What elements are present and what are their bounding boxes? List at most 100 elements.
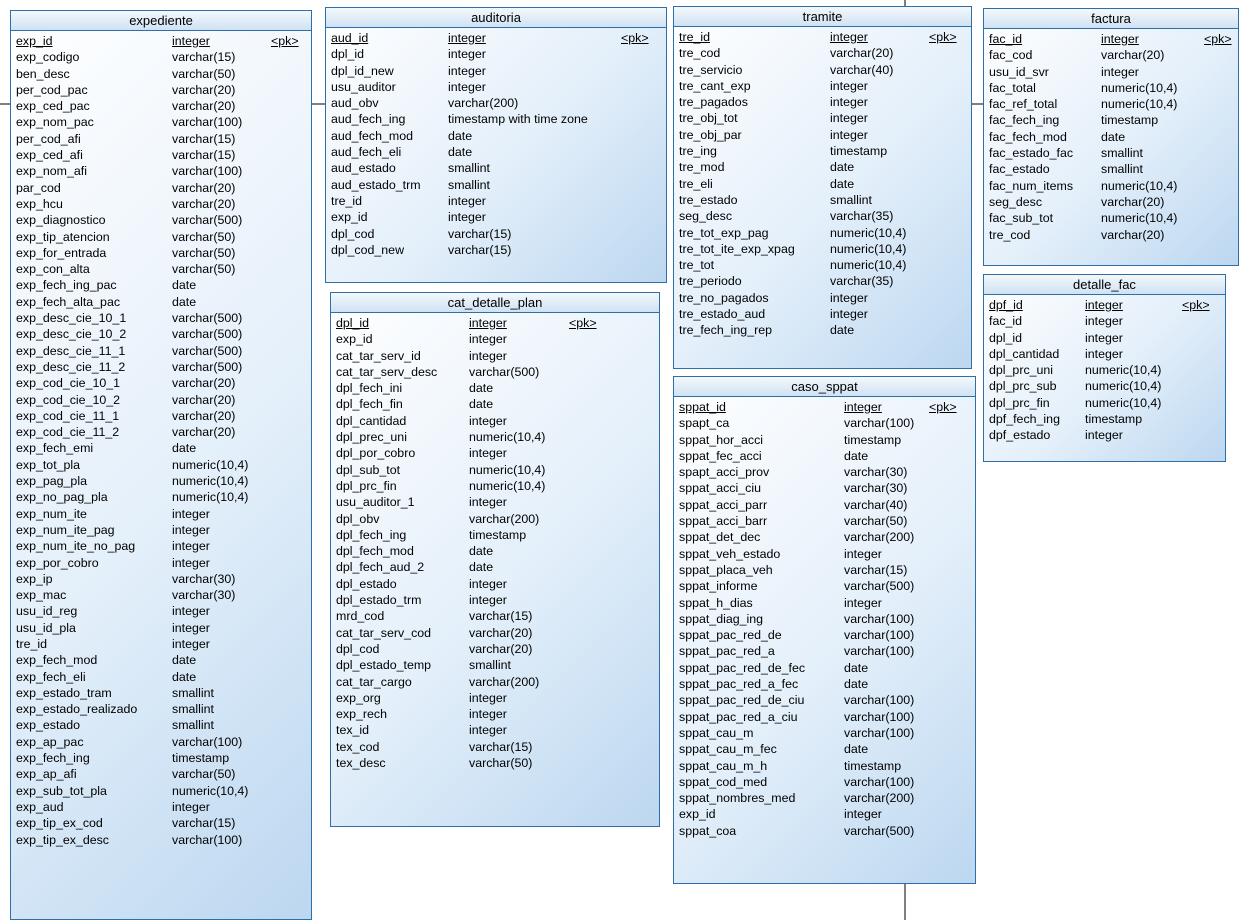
column-list: exp_id integer <pk> exp_codigo varchar(15) be…	[11, 31, 311, 848]
column-type: varchar(100)	[172, 734, 243, 749]
column-row: tre_obj_par integer	[674, 127, 971, 143]
column-name: dpl_id	[331, 47, 365, 62]
column-name: cat_tar_cargo	[336, 674, 412, 689]
column-type: varchar(30)	[172, 588, 236, 603]
column-name: tre_estado_aud	[679, 307, 766, 322]
column-type: timestamp with time zone	[448, 112, 588, 127]
column-name: tre_obj_tot	[679, 111, 738, 126]
column-row: sppat_pac_red_de varchar(100)	[674, 627, 975, 643]
column-name: exp_id	[679, 807, 716, 822]
column-row: fac_estado_fac smallint	[984, 145, 1238, 161]
table-factura[interactable]: factura fac_id integer <pk> fac_cod varchar(2…	[983, 8, 1239, 266]
column-type: varchar(15)	[844, 562, 908, 577]
column-type: integer	[830, 290, 868, 305]
column-row: exp_id integer	[326, 209, 666, 225]
column-row: fac_cod varchar(20)	[984, 47, 1238, 63]
table-expediente[interactable]: expediente exp_id integer <pk> exp_codigo var…	[10, 10, 312, 920]
column-row: tex_desc varchar(50)	[331, 755, 659, 771]
column-name: dpl_estado_temp	[336, 658, 432, 673]
column-row: sppat_hor_acci timestamp	[674, 432, 975, 448]
column-name: cat_tar_serv_cod	[336, 625, 432, 640]
column-name: sppat_acci_parr	[679, 497, 768, 512]
column-row: sppat_pac_red_a_ciu varchar(100)	[674, 709, 975, 725]
column-type: integer	[469, 446, 507, 461]
column-name: exp_aud	[16, 799, 64, 814]
column-row: exp_pag_pla numeric(10,4)	[11, 473, 311, 489]
column-name: sppat_diag_ing	[679, 611, 764, 626]
column-row: dpl_cod_new varchar(15)	[326, 242, 666, 258]
column-type: smallint	[830, 192, 872, 207]
column-name: exp_fech_alta_pac	[16, 294, 121, 309]
column-row: sppat_acci_barr varchar(50)	[674, 513, 975, 529]
table-cat-detalle-plan[interactable]: cat_detalle_plan dpl_id integer <pk> exp_id i…	[330, 292, 660, 827]
column-name: exp_tip_ex_desc	[16, 832, 109, 847]
column-name: tre_estado	[679, 192, 738, 207]
column-row: exp_id integer	[331, 331, 659, 347]
table-caso-sppat[interactable]: caso_sppat sppat_id integer <pk> spapt_ca var…	[673, 376, 976, 884]
column-type: varchar(20)	[172, 408, 236, 423]
column-type: smallint	[172, 685, 214, 700]
column-name: fac_fech_ing	[989, 113, 1060, 128]
column-row: tre_id integer	[11, 636, 311, 652]
column-type: integer	[448, 63, 486, 78]
column-type: varchar(200)	[469, 674, 540, 689]
column-name: dpl_id	[336, 316, 370, 330]
column-row: exp_fech_ing timestamp	[11, 750, 311, 766]
column-name: dpl_estado	[336, 576, 397, 591]
column-row: exp_cod_cie_10_2 varchar(20)	[11, 392, 311, 408]
column-name: dpl_fech_ini	[336, 381, 403, 396]
column-type: varchar(100)	[172, 164, 243, 179]
column-row: exp_desc_cie_10_1 varchar(500)	[11, 310, 311, 326]
column-row: tre_ing timestamp	[674, 143, 971, 159]
column-type: timestamp	[1101, 113, 1159, 128]
column-name: sppat_pac_red_de_ciu	[679, 693, 805, 708]
column-type: integer	[448, 210, 486, 225]
column-name: dpl_fech_fin	[336, 397, 403, 412]
column-name: dpl_id_new	[331, 63, 394, 78]
column-row: dpl_cod varchar(20)	[331, 641, 659, 657]
column-type: smallint	[469, 658, 511, 673]
table-detalle-fac[interactable]: detalle_fac dpf_id integer <pk> fac_id intege…	[983, 274, 1226, 462]
column-name: exp_fech_mod	[16, 653, 98, 668]
column-type: varchar(100)	[172, 832, 243, 847]
table-tramite[interactable]: tramite tre_id integer <pk> tre_cod varchar(2…	[673, 6, 972, 369]
column-name: dpl_por_cobro	[336, 446, 416, 461]
column-name: sppat_det_dec	[679, 530, 761, 545]
table-auditoria[interactable]: auditoria aud_id integer <pk> dpl_id integer d…	[325, 7, 667, 283]
column-type: varchar(100)	[844, 693, 915, 708]
column-row: dpl_fech_aud_2 date	[331, 559, 659, 575]
column-row: exp_aud integer	[11, 799, 311, 815]
column-name: exp_no_pag_pla	[16, 490, 108, 505]
column-row: dpl_prc_sub numeric(10,4)	[984, 378, 1225, 394]
column-name: exp_id	[331, 210, 368, 225]
column-name: fac_fech_mod	[989, 129, 1067, 144]
diagram-canvas: expediente exp_id integer <pk> exp_codigo var…	[0, 0, 1239, 920]
column-row: exp_fech_alta_pac date	[11, 294, 311, 310]
column-name: sppat_pac_red_a_ciu	[679, 709, 798, 724]
column-type: integer	[830, 127, 868, 142]
column-name: fac_id	[989, 314, 1023, 329]
column-name: dpl_cod	[336, 641, 380, 656]
column-name: tre_tot_exp_pag	[679, 225, 769, 240]
column-type: varchar(20)	[172, 425, 236, 440]
column-name: exp_id	[16, 34, 53, 48]
column-row: dpl_id integer	[984, 330, 1225, 346]
column-type: smallint	[448, 177, 490, 192]
table-title: detalle_fac	[984, 275, 1225, 295]
column-name: fac_id	[989, 32, 1023, 46]
column-name: exp_ced_pac	[16, 99, 90, 114]
column-type: date	[172, 294, 197, 309]
column-type: integer	[448, 31, 486, 45]
column-name: exp_ced_afi	[16, 148, 83, 163]
column-type: varchar(35)	[830, 209, 894, 224]
column-type: date	[1101, 129, 1126, 144]
column-name: exp_ap_afi	[16, 767, 77, 782]
column-name: usu_id_svr	[989, 64, 1049, 79]
column-type: varchar(50)	[469, 756, 533, 771]
column-type: date	[469, 381, 494, 396]
column-name: sppat_cod_med	[679, 774, 768, 789]
primary-key-marker: <pk>	[271, 34, 299, 48]
column-type: varchar(15)	[448, 242, 512, 257]
column-name: sppat_pac_red_a_fec	[679, 677, 799, 692]
column-name: exp_desc_cie_10_1	[16, 311, 127, 326]
